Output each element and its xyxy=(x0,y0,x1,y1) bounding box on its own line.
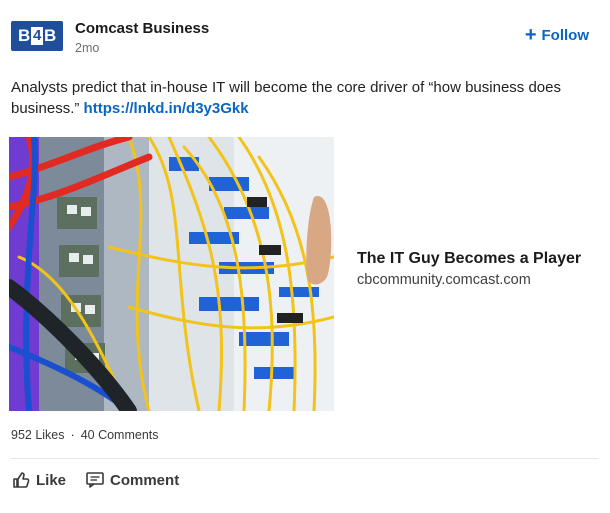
thumbs-up-icon xyxy=(12,471,30,489)
actions-divider xyxy=(11,458,599,459)
like-button[interactable]: Like xyxy=(12,471,66,489)
social-counts: 952 Likes · 40 Comments xyxy=(11,428,159,442)
post-header: B4B Comcast Business 2mo + Follow xyxy=(11,17,599,59)
company-name[interactable]: Comcast Business xyxy=(75,20,209,37)
logo-letter-left: B xyxy=(17,26,30,45)
article-domain: cbcommunity.comcast.com xyxy=(357,272,531,288)
comments-count[interactable]: 40 Comments xyxy=(81,428,159,442)
post-age: 2mo xyxy=(75,41,100,55)
company-logo[interactable]: B4B xyxy=(11,21,63,51)
logo-letter-mid: 4 xyxy=(30,27,44,45)
comment-icon xyxy=(86,472,104,488)
article-image[interactable] xyxy=(9,137,334,411)
follow-button[interactable]: + Follow xyxy=(524,24,590,46)
follow-label: Follow xyxy=(541,27,590,44)
comment-label: Comment xyxy=(110,471,180,489)
post-body: Analysts predict that in-house IT will b… xyxy=(11,77,596,119)
article-preview[interactable]: The IT Guy Becomes a Player cbcommunity.… xyxy=(357,248,602,290)
post-body-link[interactable]: https://lnkd.in/d3y3Gkk xyxy=(84,100,249,117)
plus-icon: + xyxy=(524,24,537,46)
post-actions: Like Comment xyxy=(12,471,179,489)
server-cables-image xyxy=(9,137,334,411)
separator-dot: · xyxy=(70,428,75,442)
like-label: Like xyxy=(36,471,67,489)
comment-button[interactable]: Comment xyxy=(86,472,179,489)
article-title[interactable]: The IT Guy Becomes a Player xyxy=(357,248,602,270)
likes-count[interactable]: 952 Likes xyxy=(11,428,65,442)
logo-letter-right: B xyxy=(44,26,56,45)
